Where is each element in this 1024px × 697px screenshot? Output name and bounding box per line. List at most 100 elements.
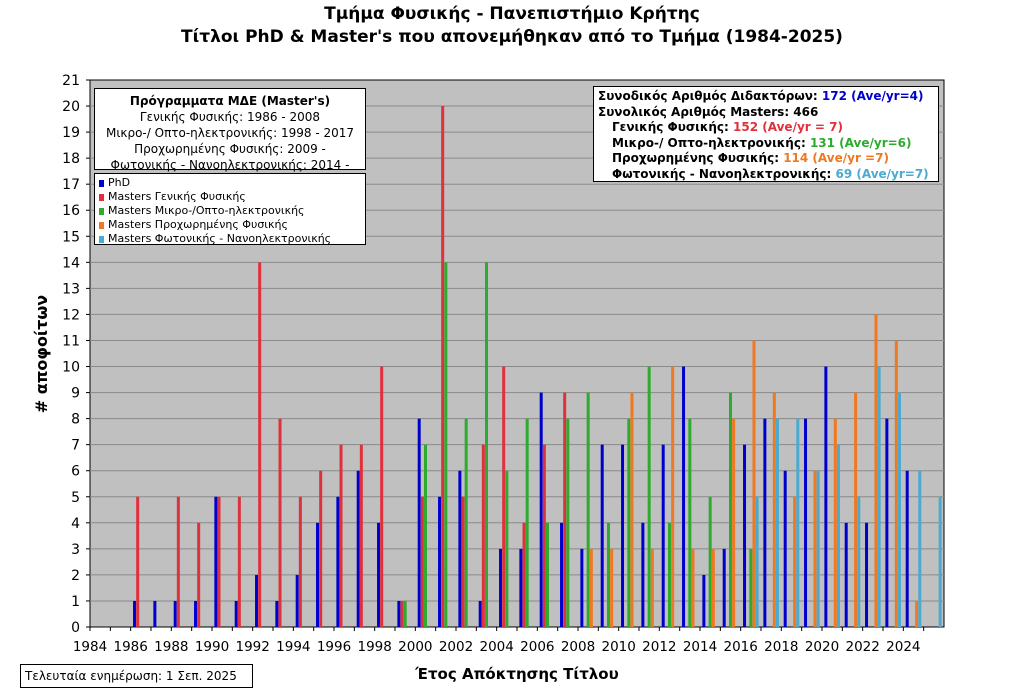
x-tick-label: 1984 — [73, 639, 107, 655]
bar-4-2023 — [897, 392, 901, 627]
phd-total: Συνοδικός Αριθμός Διδακτόρων: 172 (Ave/y… — [598, 89, 924, 103]
y-tick-label: 17 — [62, 177, 80, 193]
bar-0-2018 — [783, 470, 787, 627]
bar-3-2008 — [589, 548, 593, 627]
x-tick-label: 1996 — [317, 639, 351, 655]
y-tick-label: 0 — [71, 620, 80, 636]
legend-label: Masters Προχωρημένης Φυσικής — [108, 218, 288, 231]
y-tick-label: 1 — [71, 594, 80, 610]
bar-2-2016 — [749, 548, 753, 627]
bar-0-2023 — [885, 418, 889, 627]
bar-0-2010 — [621, 444, 625, 627]
bar-2-2003 — [485, 262, 488, 627]
bar-0-2001 — [438, 496, 442, 627]
x-tick-label: 2016 — [723, 639, 757, 655]
bar-4-2018 — [796, 418, 800, 627]
y-tick-label: 15 — [62, 229, 80, 245]
y-tick-label: 11 — [62, 333, 80, 349]
bar-0-1997 — [356, 470, 360, 627]
program-line: Φωτονικής - Νανοηλεκτρονικής: 2014 - — [110, 158, 350, 172]
bar-3-2021 — [854, 392, 858, 627]
bar-0-2015 — [722, 548, 726, 627]
bar-0-1987 — [153, 600, 157, 627]
bar-1-2005 — [522, 522, 526, 627]
bar-0-2008 — [580, 548, 584, 627]
bar-0-2004 — [499, 548, 503, 627]
bar-0-2003 — [478, 600, 482, 627]
bar-3-2023 — [894, 340, 898, 627]
program-line: Μικρο-/ Οπτο-ηλεκτρονικής: 1998 - 2017 — [105, 126, 355, 140]
y-tick-label: 3 — [71, 542, 80, 558]
bar-0-1995 — [316, 522, 320, 627]
bar-1-1998 — [380, 366, 384, 627]
y-tick-label: 10 — [62, 360, 80, 376]
bar-2-1999 — [403, 600, 407, 627]
y-tick-label: 16 — [62, 203, 80, 219]
bar-1-1991 — [237, 496, 241, 627]
bar-0-2022 — [865, 522, 869, 627]
bar-0-2009 — [600, 444, 604, 627]
program-line: Γενικής Φυσικής: 1986 - 2008 — [139, 110, 321, 124]
bar-3-2015 — [732, 418, 736, 627]
legend-item: Masters Γενικής Φυσικής — [99, 190, 361, 204]
bar-1-2004 — [502, 366, 506, 627]
bar-4-2019 — [816, 470, 820, 627]
bar-3-2014 — [711, 548, 715, 627]
bar-1-1997 — [359, 444, 363, 627]
advanced-total: Προχωρημένης Φυσικής: 114 (Ave/yr =7) — [612, 151, 889, 165]
x-tick-label: 1988 — [154, 639, 188, 655]
bar-0-2005 — [519, 548, 523, 627]
bar-2-2001 — [444, 262, 448, 627]
x-axis-label: Έτος Απόκτησης Τίτλου — [414, 665, 618, 683]
bar-0-2017 — [763, 418, 767, 627]
last-updated: Τελευταία ενημέρωση: 1 Σεπ. 2025 — [20, 664, 253, 688]
bar-3-2018 — [793, 496, 797, 627]
bar-3-2012 — [671, 366, 675, 627]
y-tick-label: 6 — [71, 464, 80, 480]
programs-info-box: Πρόγραμματα ΜΔΕ (Master's) Γενικής Φυσικ… — [94, 88, 366, 172]
x-tick-label: 1998 — [357, 639, 391, 655]
bar-2-2005 — [525, 418, 529, 627]
bar-0-1993 — [275, 600, 279, 627]
bar-2-2006 — [546, 522, 549, 627]
bar-2-2010 — [627, 418, 631, 627]
bar-1-2007 — [563, 392, 567, 627]
y-tick-label: 19 — [62, 125, 80, 141]
y-tick-label: 7 — [71, 438, 80, 454]
bar-3-2016 — [752, 340, 756, 627]
bar-2-2011 — [647, 366, 651, 627]
bar-1-1999 — [400, 600, 404, 627]
program-line: Προχωρημένης Φυσικής: 2009 - — [134, 142, 326, 156]
bar-4-2017 — [775, 418, 779, 627]
x-tick-label: 2014 — [683, 639, 717, 655]
bar-2-2012 — [668, 522, 671, 627]
bar-1-1994 — [298, 496, 302, 627]
micro-total: Μικρο-/ Οπτο-ηλεκτρονικής: 131 (Ave/yr=6… — [612, 135, 912, 150]
bar-3-2013 — [691, 548, 695, 627]
masters-total: Συνολικός Αριθμός Masters: 466 — [598, 104, 819, 119]
legend-swatch — [99, 221, 104, 229]
x-tick-label: 2004 — [479, 639, 513, 655]
bar-3-2020 — [833, 418, 837, 627]
bar-2-2007 — [566, 418, 570, 627]
bar-3-2024 — [915, 600, 919, 627]
y-axis-label: # αποφοίτων — [32, 295, 51, 413]
y-tick-label: 8 — [71, 412, 80, 428]
x-tick-label: 2024 — [886, 639, 920, 655]
bar-0-1986 — [133, 600, 137, 627]
bar-0-1990 — [214, 496, 218, 627]
bar-3-2022 — [874, 314, 878, 627]
bar-1-1989 — [197, 522, 201, 627]
y-tick-label: 20 — [62, 99, 80, 115]
bar-3-2019 — [813, 470, 817, 627]
x-tick-label: 2018 — [764, 639, 798, 655]
bar-1-2006 — [542, 444, 546, 627]
bar-0-2006 — [539, 392, 543, 627]
bar-0-2016 — [743, 444, 747, 627]
x-tick-label: 2022 — [845, 639, 879, 655]
x-tick-label: 2000 — [398, 639, 432, 655]
programs-heading: Πρόγραμματα ΜΔΕ (Master's) — [129, 94, 331, 108]
x-tick-label: 2010 — [601, 639, 635, 655]
legend-item: Masters Μικρο-/Οπτο-ηλεκτρονικής — [99, 204, 361, 218]
bar-0-2002 — [458, 470, 462, 627]
